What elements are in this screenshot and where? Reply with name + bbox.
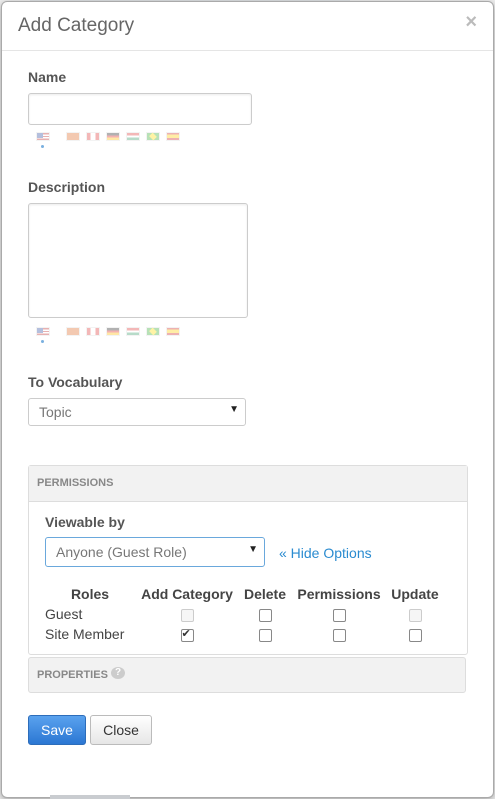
caret-down-icon: ▼ (248, 544, 258, 555)
hu-flag-icon[interactable] (126, 327, 140, 336)
help-icon[interactable]: ? (111, 667, 125, 679)
name-language-flags (36, 132, 186, 148)
permission-cell (239, 624, 291, 644)
background-page-text (50, 795, 130, 799)
de-flag-icon[interactable] (106, 132, 120, 141)
permission-cell (135, 604, 239, 624)
name-label: Name (28, 69, 67, 85)
permission-cell (387, 604, 443, 624)
description-language-flags (36, 327, 186, 343)
permissions-checkbox[interactable] (332, 608, 346, 622)
viewable-by-label: Viewable by (45, 514, 125, 530)
permission-cell (291, 604, 387, 624)
de-flag-icon[interactable] (106, 327, 120, 336)
close-button[interactable]: Close (90, 715, 152, 745)
es-flag-icon[interactable] (166, 327, 180, 336)
hide-options-link[interactable]: « Hide Options (279, 545, 372, 561)
role-name: Guest (45, 606, 83, 622)
update-checkbox (408, 608, 422, 622)
vocabulary-label: To Vocabulary (28, 374, 123, 390)
col-header-delete: Delete (243, 586, 287, 602)
description-label: Description (28, 179, 106, 195)
modal-header: Add Category × (2, 2, 493, 51)
permission-cell (387, 624, 443, 644)
description-textarea[interactable] (28, 203, 248, 318)
es-flag-icon[interactable] (166, 132, 180, 141)
br-flag-icon[interactable] (146, 327, 160, 336)
col-header-roles: Roles (70, 586, 110, 602)
selected-language-indicator (41, 340, 44, 343)
name-input[interactable] (28, 93, 252, 125)
permissions-heading: Permissions (37, 477, 114, 489)
permissions-panel: Permissions Viewable by Anyone (Guest Ro… (28, 465, 468, 655)
ca-flag-icon[interactable] (86, 327, 100, 336)
delete-checkbox[interactable] (258, 608, 272, 622)
br-flag-icon[interactable] (146, 132, 160, 141)
viewable-by-select[interactable]: Anyone (Guest Role) ▼ (45, 537, 265, 567)
role-name: Site Member (45, 626, 125, 642)
cn-flag-icon[interactable] (66, 132, 80, 141)
permission-cell (239, 604, 291, 624)
close-icon[interactable]: × (465, 12, 477, 32)
hu-flag-icon[interactable] (126, 132, 140, 141)
col-header-permissions: Permissions (297, 586, 381, 602)
save-button[interactable]: Save (28, 715, 86, 745)
cn-flag-icon[interactable] (66, 327, 80, 336)
permissions-checkbox[interactable] (332, 628, 346, 642)
update-checkbox[interactable] (408, 628, 422, 642)
permission-row: Guest (45, 604, 443, 624)
caret-down-icon: ▼ (229, 404, 239, 415)
permissions-table: Roles Add Category Delete Permissions Up… (45, 584, 443, 644)
properties-panel-header[interactable]: Properties ? (28, 657, 466, 693)
permission-cell (135, 624, 239, 644)
permission-row: Site Member (45, 624, 443, 644)
col-header-add-category: Add Category (141, 586, 233, 602)
add-category-checkbox (180, 608, 194, 622)
vocabulary-select[interactable]: Topic ▼ (28, 398, 246, 426)
us-flag-icon[interactable] (36, 327, 50, 336)
viewable-by-selected-value: Anyone (Guest Role) (56, 544, 187, 560)
selected-language-indicator (41, 145, 44, 148)
properties-heading: Properties (37, 669, 108, 681)
permissions-panel-header[interactable]: Permissions (29, 466, 467, 502)
permissions-table-header: Roles Add Category Delete Permissions Up… (45, 584, 443, 604)
col-header-update: Update (391, 586, 439, 602)
modal-title: Add Category (18, 15, 135, 36)
permissions-panel-body: Viewable by Anyone (Guest Role) ▼ « Hide… (29, 502, 467, 654)
vocabulary-selected-value: Topic (39, 404, 72, 420)
permission-cell (291, 624, 387, 644)
ca-flag-icon[interactable] (86, 132, 100, 141)
us-flag-icon[interactable] (36, 132, 50, 141)
add-category-modal: Add Category × Name Description To Vocab… (1, 1, 494, 798)
delete-checkbox[interactable] (258, 628, 272, 642)
add-category-checkbox[interactable] (180, 627, 194, 642)
